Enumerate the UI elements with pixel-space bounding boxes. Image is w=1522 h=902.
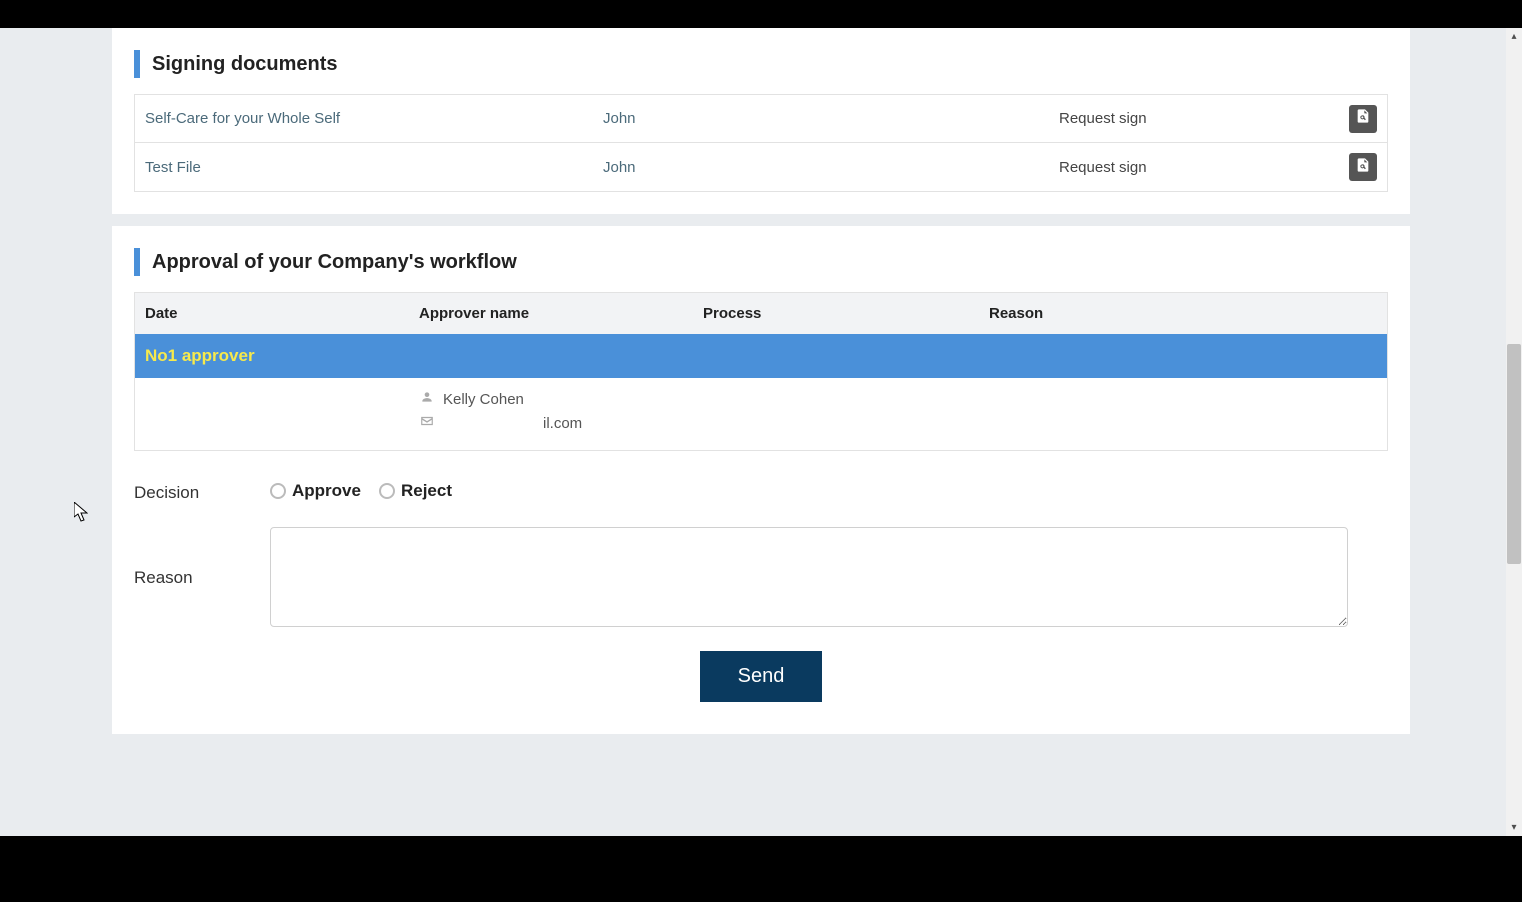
decision-label: Decision xyxy=(134,481,270,503)
document-preview-button[interactable] xyxy=(1349,153,1377,181)
approver-email-suffix: il.com xyxy=(543,415,582,432)
approver-name: Kelly Cohen xyxy=(443,391,524,408)
decision-radio-group: Approve Reject xyxy=(270,481,452,501)
signing-section-title: Signing documents xyxy=(134,50,1388,78)
approval-section-title: Approval of your Company's workflow xyxy=(134,248,1388,276)
doc-name[interactable]: Test File xyxy=(145,159,603,176)
approve-radio[interactable]: Approve xyxy=(270,481,361,501)
letterbox-top xyxy=(0,0,1522,28)
approval-header: Date Approver name Process Reason xyxy=(135,293,1387,334)
cursor-icon xyxy=(74,502,88,527)
approver-name-line: Kelly Cohen xyxy=(419,390,1377,408)
decision-form: Decision Approve Reject Reason xyxy=(134,451,1388,712)
signing-row[interactable]: Self-Care for your Whole Self John Reque… xyxy=(135,95,1387,143)
reason-row: Reason xyxy=(134,527,1388,627)
reason-label: Reason xyxy=(134,566,270,588)
doc-signer[interactable]: John xyxy=(603,159,1059,176)
col-reason: Reason xyxy=(989,305,1377,322)
approver-row: Kelly Cohen il.com xyxy=(135,378,1387,450)
user-icon xyxy=(419,390,435,408)
approve-radio-label: Approve xyxy=(292,481,361,501)
scroll-up-arrow[interactable]: ▴ xyxy=(1511,28,1516,45)
viewport: Signing documents Self-Care for your Who… xyxy=(0,28,1522,836)
col-approver: Approver name xyxy=(419,305,703,322)
scroll-down-arrow[interactable]: ▾ xyxy=(1511,819,1516,836)
reason-textarea[interactable] xyxy=(270,527,1348,627)
signing-row[interactable]: Test File John Request sign xyxy=(135,143,1387,191)
document-preview-button[interactable] xyxy=(1349,105,1377,133)
reject-radio-label: Reject xyxy=(401,481,452,501)
doc-signer[interactable]: John xyxy=(603,110,1059,127)
document-magnify-icon xyxy=(1355,108,1371,129)
approver-info: Kelly Cohen il.com xyxy=(419,390,1377,432)
section-accent-bar xyxy=(134,50,140,78)
approver-group-label: No1 approver xyxy=(145,346,255,365)
approval-table: Date Approver name Process Reason No1 ap… xyxy=(134,292,1388,451)
col-date: Date xyxy=(145,305,419,322)
approver-email-line: il.com xyxy=(419,414,1377,432)
scrollbar[interactable]: ▴ ▾ xyxy=(1506,28,1522,836)
doc-name[interactable]: Self-Care for your Whole Self xyxy=(145,110,603,127)
reject-radio[interactable]: Reject xyxy=(379,481,452,501)
approval-title-text: Approval of your Company's workflow xyxy=(152,251,517,274)
send-button[interactable]: Send xyxy=(700,651,823,702)
letterbox-bottom xyxy=(0,836,1522,902)
signing-title-text: Signing documents xyxy=(152,53,338,76)
radio-icon xyxy=(270,483,286,499)
col-process: Process xyxy=(703,305,989,322)
radio-icon xyxy=(379,483,395,499)
approver-group-row: No1 approver xyxy=(135,334,1387,378)
mail-icon xyxy=(419,414,435,432)
document-magnify-icon xyxy=(1355,157,1371,178)
doc-status: Request sign xyxy=(1059,110,1349,127)
decision-row: Decision Approve Reject xyxy=(134,481,1388,503)
signing-card: Signing documents Self-Care for your Who… xyxy=(112,28,1410,214)
section-accent-bar xyxy=(134,248,140,276)
signing-table: Self-Care for your Whole Self John Reque… xyxy=(134,94,1388,192)
approver-email-redacted xyxy=(443,414,535,432)
scroll-thumb[interactable] xyxy=(1507,344,1521,564)
approval-card: Approval of your Company's workflow Date… xyxy=(112,226,1410,734)
doc-status: Request sign xyxy=(1059,159,1349,176)
